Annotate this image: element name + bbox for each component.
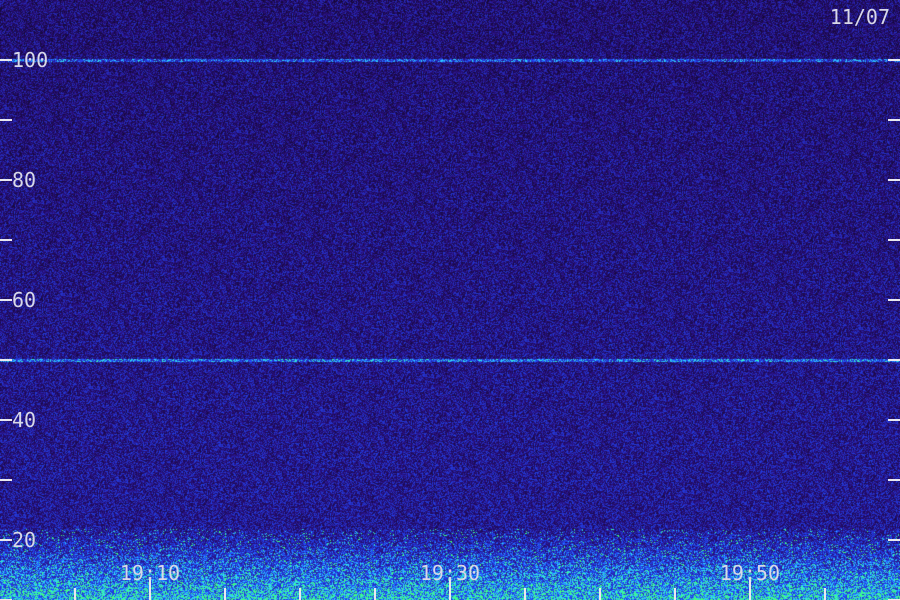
x-axis: 19:10 19:30 19:50 xyxy=(74,561,826,600)
y-tick-label: 100 xyxy=(12,48,48,72)
y-tick-label: 60 xyxy=(12,288,36,312)
x-tick-label: 19:50 xyxy=(720,561,780,585)
x-tick-label: 19:10 xyxy=(120,561,180,585)
y-tick-label: 80 xyxy=(12,168,36,192)
x-tick-label: 19:30 xyxy=(420,561,480,585)
y-tick-label: 20 xyxy=(12,528,36,552)
y-tick-label: 40 xyxy=(12,408,36,432)
spectrogram-chart: 11/07 20 40 60 80 100 19:10 19:30 19:50 xyxy=(0,0,900,600)
y-axis: 20 40 60 80 100 xyxy=(0,48,900,600)
date-label: 11/07 xyxy=(830,5,890,29)
chart-overlay: 11/07 20 40 60 80 100 19:10 19:30 19:50 xyxy=(0,5,900,600)
